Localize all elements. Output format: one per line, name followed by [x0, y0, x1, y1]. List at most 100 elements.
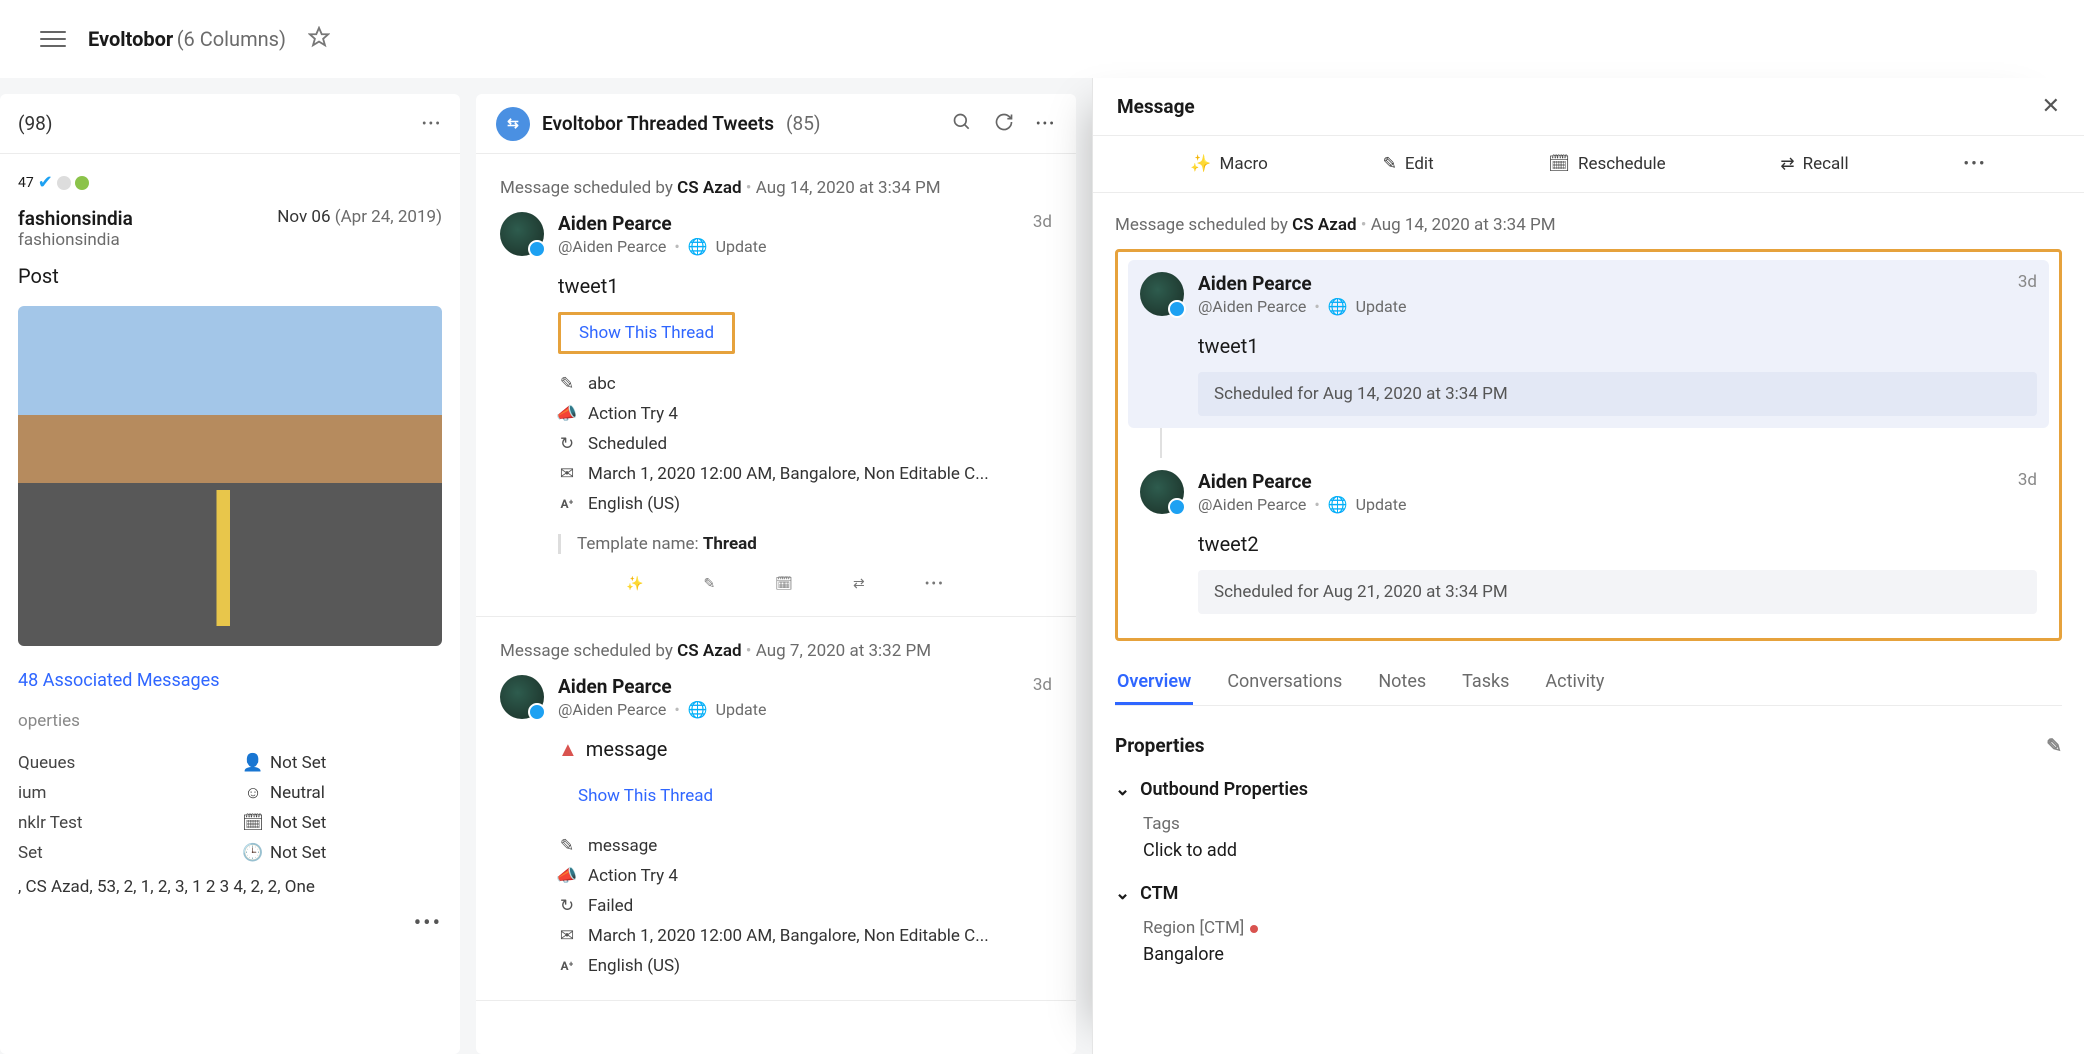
prop-right-2: 🗓Not Set — [244, 813, 442, 833]
pencil-icon: ✎ — [1383, 154, 1397, 174]
note-icon: ✎ — [558, 837, 576, 855]
megaphone-icon: 📣 — [558, 867, 576, 885]
recall-icon[interactable]: ⇄ — [853, 576, 865, 592]
tab-overview[interactable]: Overview — [1115, 661, 1193, 705]
avatar[interactable] — [500, 675, 544, 719]
prop-tags: , CS Azad, 53, 2, 1, 2, 3, 1 2 3 4, 2, 2… — [18, 877, 442, 897]
calendar-icon[interactable]: 🗓 — [775, 576, 793, 592]
wand-icon: ✨ — [1190, 154, 1211, 174]
status-icon: ↻ — [558, 435, 576, 453]
top-bar: Evoltobor (6 Columns) — [0, 0, 2084, 78]
clock-icon: 🕒 — [244, 844, 262, 862]
globe-icon: 🌐 — [688, 700, 708, 719]
calendar-icon: 🗓 — [244, 814, 262, 832]
required-dot-icon — [1250, 925, 1258, 933]
tab-tasks[interactable]: Tasks — [1460, 661, 1511, 705]
more-icon[interactable]: ••• — [422, 116, 442, 132]
thread-box: Aiden Pearce @Aiden Pearce•🌐Update 3d tw… — [1115, 249, 2062, 641]
more-icon[interactable]: ••• — [18, 911, 442, 936]
tweet-text: tweet1 — [558, 274, 1052, 298]
search-icon[interactable] — [952, 112, 972, 136]
thread-tweet[interactable]: Aiden Pearce @Aiden Pearce•🌐Update 3d tw… — [1128, 458, 2049, 626]
age: 3d — [1033, 675, 1052, 719]
prop-left-1: ium — [18, 783, 216, 803]
tags-value[interactable]: Click to add — [1143, 840, 2062, 861]
prop-right-3: 🕒Not Set — [244, 843, 442, 863]
board-title: Evoltobor (6 Columns) — [88, 27, 286, 51]
prop-right-1: ☺Neutral — [244, 783, 442, 803]
column-1-count: (98) — [18, 112, 52, 135]
message-card[interactable]: Message scheduled by CS Azad • Aug 14, 2… — [476, 154, 1076, 617]
properties-title: Properties — [1115, 734, 1205, 757]
pencil-icon[interactable]: ✎ — [703, 576, 715, 592]
verified-icon: ✔ — [38, 172, 53, 193]
post-image[interactable] — [18, 306, 442, 646]
display-name[interactable]: Aiden Pearce — [558, 212, 766, 235]
globe-icon: 🌐 — [1328, 495, 1348, 514]
language-icon: A⁺ — [558, 957, 576, 975]
ctm-header[interactable]: ⌄ CTM — [1115, 883, 2062, 904]
language-icon: A⁺ — [558, 495, 576, 513]
globe-icon: 🌐 — [1328, 297, 1348, 316]
profile-date: Nov 06 (Apr 24, 2019) — [277, 207, 442, 227]
more-icon[interactable]: ••• — [1036, 116, 1056, 132]
prop-left-3: Set — [18, 843, 216, 863]
prop-right-0: 👤Not Set — [244, 753, 442, 773]
column-badge-icon: ⇆ — [496, 107, 530, 141]
show-thread-link[interactable]: Show This Thread — [558, 776, 733, 816]
properties-divider: operties — [18, 711, 442, 739]
display-name: Aiden Pearce — [1198, 470, 1406, 493]
edit-properties-icon[interactable]: ✎ — [2046, 734, 2062, 757]
chevron-down-icon: ⌄ — [1115, 779, 1130, 800]
show-thread-link[interactable]: Show This Thread — [558, 312, 735, 354]
avatar[interactable] — [1140, 470, 1184, 514]
panel-tabs: Overview Conversations Notes Tasks Activity — [1115, 661, 2062, 706]
display-name[interactable]: Aiden Pearce — [558, 675, 766, 698]
chevron-down-icon: ⌄ — [1115, 883, 1130, 904]
tab-notes[interactable]: Notes — [1376, 661, 1428, 705]
thread-tweet[interactable]: Aiden Pearce @Aiden Pearce•🌐Update 3d tw… — [1128, 260, 2049, 428]
recall-icon: ⇄ — [1780, 154, 1794, 174]
tweet-text: tweet2 — [1198, 532, 2037, 556]
outbound-properties-header[interactable]: ⌄ Outbound Properties — [1115, 779, 2062, 800]
profile-name[interactable]: fashionsindia — [18, 207, 133, 230]
avatar[interactable] — [500, 212, 544, 256]
edit-button[interactable]: ✎Edit — [1383, 154, 1434, 174]
column-2-title: Evoltobor Threaded Tweets — [542, 112, 774, 135]
reschedule-button[interactable]: 🗓Reschedule — [1548, 154, 1665, 174]
meta-list: ✎abc 📣Action Try 4 ↻Scheduled ✉March 1, … — [558, 374, 1052, 554]
wand-icon[interactable]: ✨ — [626, 576, 643, 592]
display-name: Aiden Pearce — [1198, 272, 1406, 295]
star-icon[interactable] — [308, 26, 330, 52]
region-value[interactable]: Bangalore — [1143, 944, 2062, 965]
age: 3d — [1033, 212, 1052, 256]
megaphone-icon: 📣 — [558, 405, 576, 423]
panel-sched-line: Message scheduled by CS Azad • Aug 14, 2… — [1115, 215, 2062, 235]
twitter-badge-icon — [528, 703, 546, 721]
person-icon: 👤 — [244, 754, 262, 772]
note-icon: ✎ — [558, 375, 576, 393]
associated-messages-link[interactable]: 48 Associated Messages — [18, 670, 442, 691]
twitter-badge-icon — [1168, 300, 1186, 318]
close-icon[interactable]: ✕ — [2042, 94, 2060, 119]
menu-icon[interactable] — [40, 31, 66, 47]
more-icon[interactable]: ••• — [925, 576, 945, 592]
panel-title: Message — [1117, 95, 1195, 118]
refresh-icon[interactable] — [994, 112, 1014, 136]
avatar[interactable] — [1140, 272, 1184, 316]
column-2: ⇆ Evoltobor Threaded Tweets (85) ••• Mes… — [476, 94, 1076, 1054]
mail-icon: ✉ — [558, 927, 576, 945]
twitter-badge-icon — [1168, 498, 1186, 516]
card-actions: ✨ ✎ 🗓 ⇄ ••• — [558, 576, 1052, 592]
message-card[interactable]: Message scheduled by CS Azad • Aug 7, 20… — [476, 617, 1076, 1001]
more-icon[interactable]: ••• — [1963, 154, 1986, 174]
tab-conversations[interactable]: Conversations — [1225, 661, 1344, 705]
sub-line: @Aiden Pearce•🌐Update — [1198, 297, 1406, 316]
macro-button[interactable]: ✨Macro — [1190, 154, 1267, 174]
tab-activity[interactable]: Activity — [1543, 661, 1606, 705]
recall-button[interactable]: ⇄Recall — [1780, 154, 1848, 174]
sched-line: Message scheduled by CS Azad • Aug 7, 20… — [500, 641, 1052, 661]
globe-icon: 🌐 — [688, 237, 708, 256]
sched-line: Message scheduled by CS Azad • Aug 14, 2… — [500, 178, 1052, 198]
twitter-badge-icon — [528, 240, 546, 258]
